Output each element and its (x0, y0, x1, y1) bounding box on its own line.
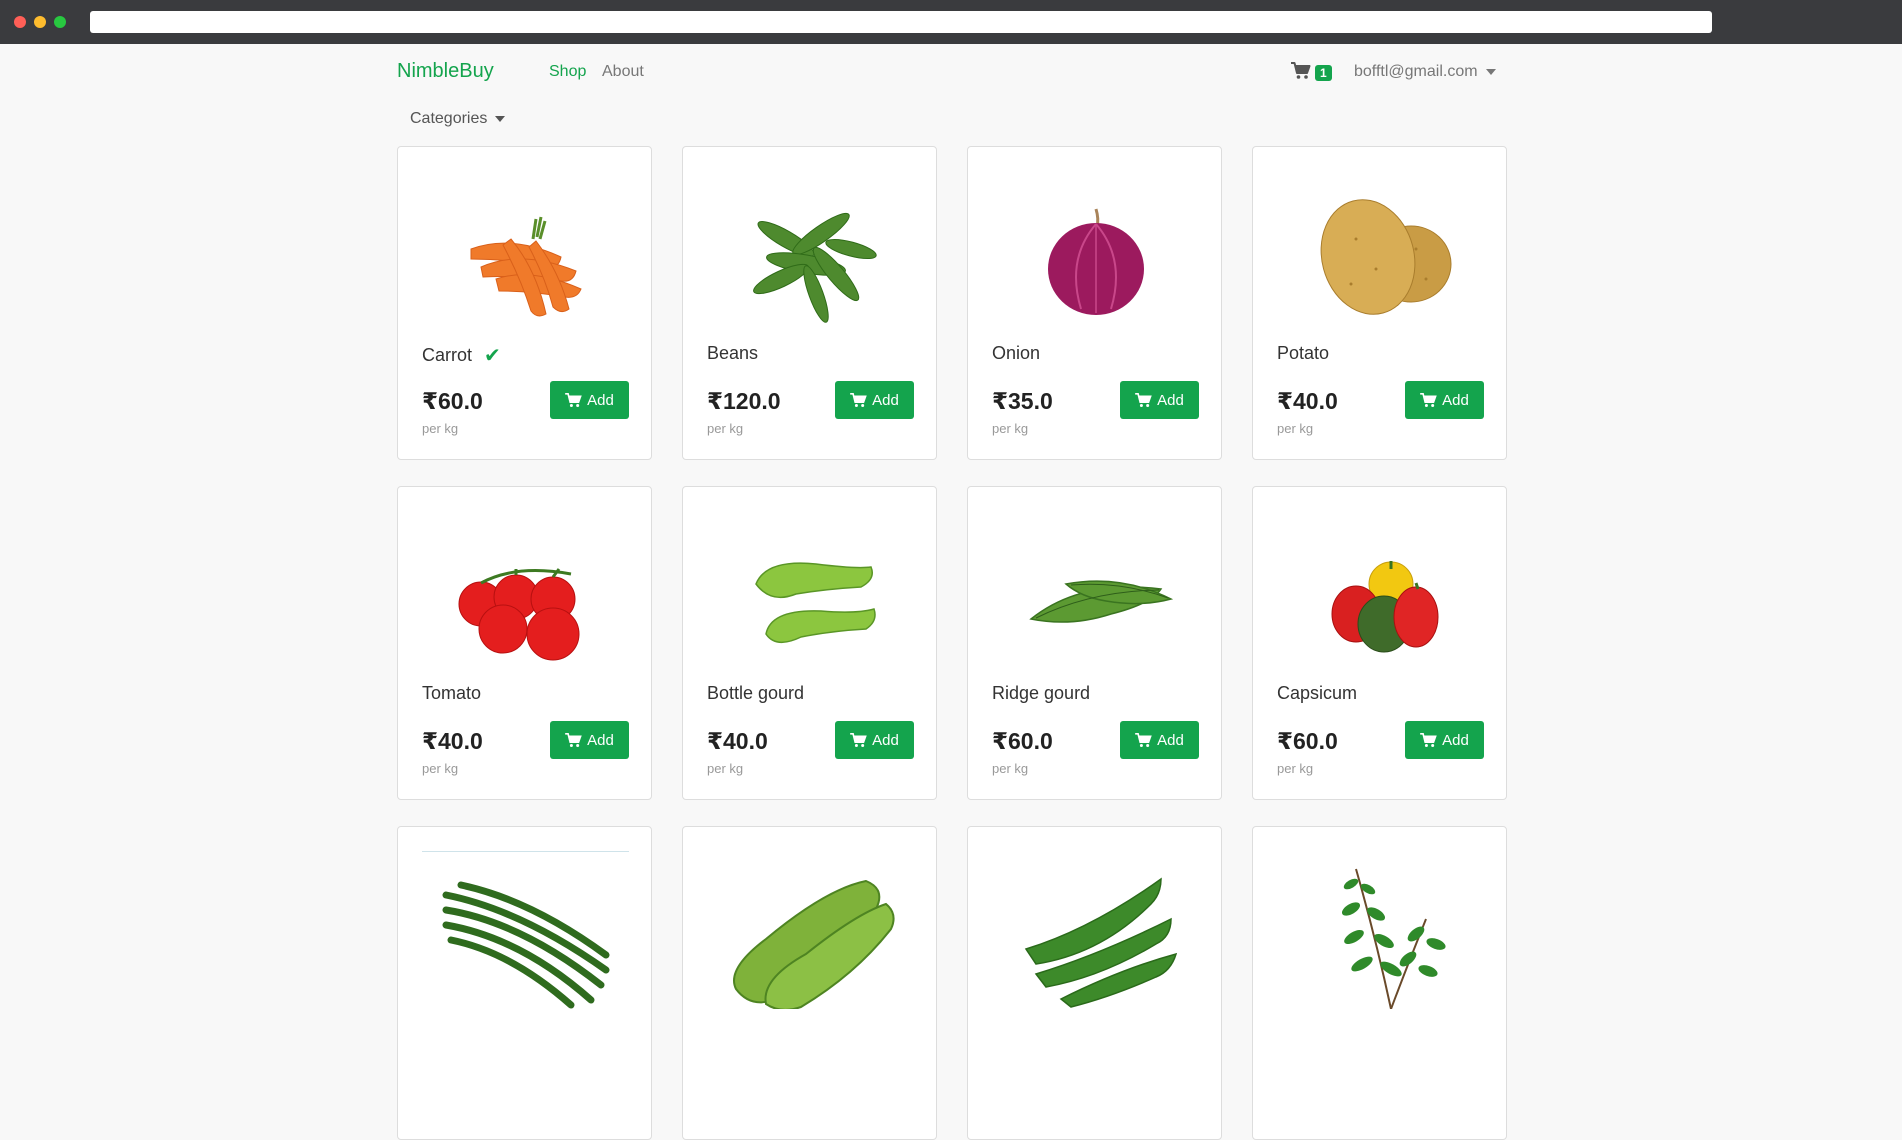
product-card (967, 826, 1222, 1140)
product-unit: per kg (1277, 421, 1314, 436)
address-bar[interactable] (90, 11, 1712, 33)
product-name-label: Capsicum (1277, 683, 1358, 703)
product-unit: per kg (422, 421, 459, 436)
add-button-label: Add (872, 391, 899, 409)
product-unit: per kg (422, 761, 459, 776)
product-card: Tomato ₹40.0 per kg Add (397, 486, 652, 800)
product-image-okra (992, 851, 1199, 1016)
product-price: ₹40.0 (707, 728, 768, 754)
user-menu-dropdown[interactable]: bofftl@gmail.com (1354, 63, 1496, 81)
add-to-cart-button[interactable]: Add (1120, 721, 1199, 759)
close-window-button[interactable] (14, 16, 26, 28)
product-name-label: Tomato (422, 683, 482, 703)
product-card: Beans ₹120.0 per kg Add (682, 146, 937, 460)
product-price: ₹60.0 (992, 728, 1053, 754)
cart-icon (1420, 392, 1437, 407)
add-to-cart-button[interactable]: Add (1405, 381, 1484, 419)
cart-count-badge: 1 (1315, 65, 1332, 81)
user-email: bofftl@gmail.com (1354, 63, 1478, 80)
product-card: Carrot ✔ ₹60.0 per kg Add (397, 146, 652, 460)
product-grid: Carrot ✔ ₹60.0 per kg Add Beans ₹120.0 p… (397, 146, 1509, 1140)
cart-icon (850, 732, 867, 747)
product-name: Tomato (422, 683, 481, 704)
add-to-cart-button[interactable]: Add (1405, 721, 1484, 759)
product-name-label: Onion (992, 343, 1041, 363)
product-name: Beans (707, 343, 758, 364)
categories-dropdown[interactable]: Categories (410, 110, 506, 128)
add-button-label: Add (1157, 731, 1184, 749)
add-button-label: Add (872, 731, 899, 749)
nav-link-about[interactable]: About (602, 63, 644, 81)
browser-chrome (0, 0, 1902, 44)
product-name-label: Potato (1277, 343, 1330, 363)
cart-icon (1135, 392, 1152, 407)
product-image-bottle-gourd (707, 511, 914, 676)
add-button-label: Add (1442, 391, 1469, 409)
add-button-label: Add (587, 391, 614, 409)
product-name: Carrot ✔ (422, 343, 501, 368)
product-price: ₹120.0 (707, 388, 781, 414)
add-button-label: Add (587, 731, 614, 749)
cart-icon (565, 392, 582, 407)
add-button-label: Add (1442, 731, 1469, 749)
product-card: Ridge gourd ₹60.0 per kg Add (967, 486, 1222, 800)
product-name: Ridge gourd (992, 683, 1090, 704)
product-price: ₹40.0 (1277, 388, 1338, 414)
product-name-label: Bottle gourd (707, 683, 805, 703)
cart-button[interactable]: 1 (1291, 61, 1332, 85)
add-to-cart-button[interactable]: Add (1120, 381, 1199, 419)
cart-icon (850, 392, 867, 407)
product-price: ₹35.0 (992, 388, 1053, 414)
product-price: ₹60.0 (1277, 728, 1338, 754)
product-card: Potato ₹40.0 per kg Add (1252, 146, 1507, 460)
product-unit: per kg (1277, 761, 1314, 776)
product-image-curry-leaves (1277, 851, 1484, 1016)
product-price: ₹60.0 (422, 388, 483, 414)
product-name: Potato (1277, 343, 1329, 364)
add-to-cart-button[interactable]: Add (835, 381, 914, 419)
product-image-ridge-gourd (992, 511, 1199, 676)
product-unit: per kg (992, 421, 1029, 436)
product-image-potato (1277, 171, 1484, 336)
product-name: Capsicum (1277, 683, 1357, 704)
product-name: Bottle gourd (707, 683, 804, 704)
product-unit: per kg (992, 761, 1029, 776)
product-card: Onion ₹35.0 per kg Add (967, 146, 1222, 460)
product-image-onion (992, 171, 1199, 336)
product-card (397, 826, 652, 1140)
product-name-label: Carrot (422, 345, 473, 365)
product-image-carrot (422, 171, 629, 336)
product-image-tomato (422, 511, 629, 676)
product-unit: per kg (707, 421, 744, 436)
checkmark-icon: ✔ (484, 345, 501, 367)
product-card: Bottle gourd ₹40.0 per kg Add (682, 486, 937, 800)
product-card (1252, 826, 1507, 1140)
product-price: ₹40.0 (422, 728, 483, 754)
categories-label: Categories (410, 110, 488, 127)
chevron-down-icon (495, 116, 506, 122)
product-image-drumstick (422, 851, 629, 1017)
add-to-cart-button[interactable]: Add (835, 721, 914, 759)
add-to-cart-button[interactable]: Add (550, 381, 629, 419)
add-to-cart-button[interactable]: Add (550, 721, 629, 759)
product-image-cucumber (707, 851, 914, 1016)
product-card: Capsicum ₹60.0 per kg Add (1252, 486, 1507, 800)
product-image-capsicum (1277, 511, 1484, 676)
product-name-label: Ridge gourd (992, 683, 1091, 703)
cart-icon (1420, 732, 1437, 747)
add-button-label: Add (1157, 391, 1184, 409)
maximize-window-button[interactable] (54, 16, 66, 28)
product-card (682, 826, 937, 1140)
chevron-down-icon (1485, 69, 1496, 75)
cart-icon (565, 732, 582, 747)
product-name: Onion (992, 343, 1040, 364)
cart-icon (1135, 732, 1152, 747)
minimize-window-button[interactable] (34, 16, 46, 28)
product-name-label: Beans (707, 343, 759, 363)
product-unit: per kg (707, 761, 744, 776)
brand-logo[interactable]: NimbleBuy (397, 60, 494, 83)
nav-link-shop[interactable]: Shop (549, 63, 586, 81)
cart-icon (1291, 61, 1311, 85)
product-image-beans (707, 171, 914, 336)
